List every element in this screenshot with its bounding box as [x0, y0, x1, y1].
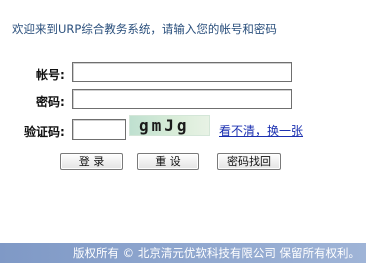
account-label: 帐号:: [36, 68, 65, 82]
captcha-label: 验证码:: [24, 125, 65, 139]
password-input[interactable]: [72, 89, 292, 109]
password-label: 密码:: [36, 95, 65, 109]
captcha-input[interactable]: [72, 119, 126, 140]
captcha-text: gmJg: [139, 116, 190, 135]
login-button[interactable]: 登 录: [60, 153, 123, 170]
captcha-image[interactable]: gmJg: [129, 115, 210, 136]
account-input[interactable]: [72, 62, 292, 82]
password-recover-button[interactable]: 密码找回: [217, 153, 281, 170]
footer-copyright: 版权所有 © 北京清元优软科技有限公司 保留所有权利。: [0, 243, 366, 263]
refresh-captcha-link[interactable]: 看不清，换一张: [219, 122, 303, 139]
reset-button[interactable]: 重 设: [137, 153, 199, 170]
welcome-message: 欢迎来到URP综合教务系统，请输入您的帐号和密码: [12, 22, 277, 36]
